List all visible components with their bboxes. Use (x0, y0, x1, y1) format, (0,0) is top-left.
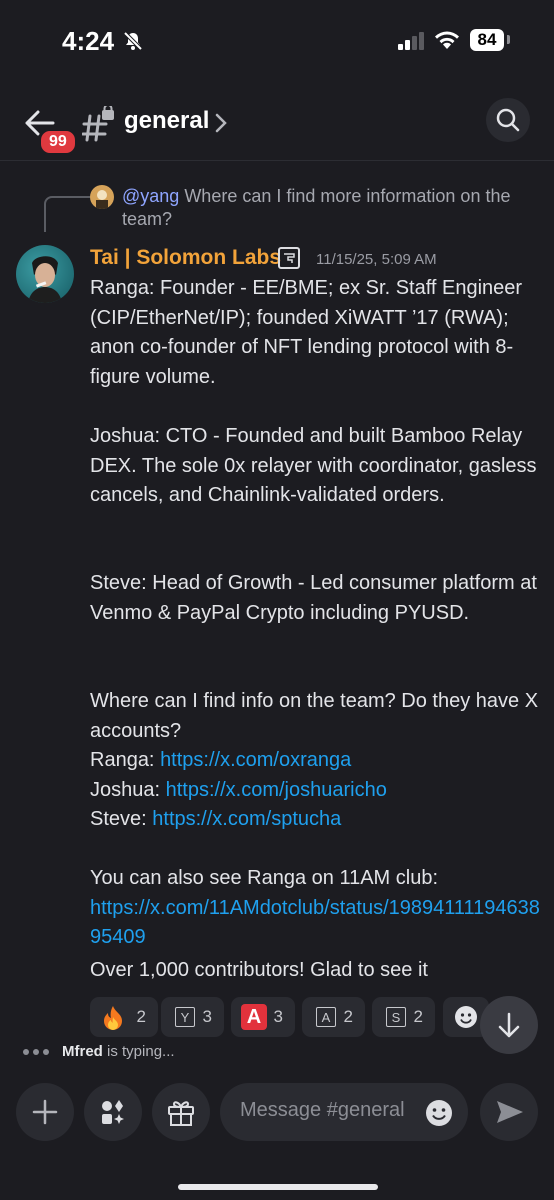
message-paragraph: Steve: Head of Growth - Led consumer pla… (90, 572, 537, 624)
followup-message: Over 1,000 contributors! Glad to see it (90, 959, 428, 981)
channel-header: 99 general (0, 90, 554, 161)
reply-snippet: Where can I find more information on the… (122, 186, 511, 229)
attach-button[interactable] (16, 1083, 74, 1141)
link-11am-club[interactable]: https://x.com/11AMdotclub/status/1989411… (90, 897, 540, 949)
wifi-icon (435, 31, 459, 49)
message-paragraph: Where can I find info on the team? Do th… (90, 690, 539, 742)
y-letter-emoji-icon: Y (175, 1007, 195, 1027)
search-button[interactable] (486, 98, 530, 142)
reaction-count: 2 (136, 1007, 146, 1026)
message-input[interactable]: Message #general (220, 1083, 468, 1141)
arrow-down-icon (498, 1012, 520, 1038)
red-a-emoji-icon: A (241, 1004, 267, 1030)
link-line: Steve: https://x.com/sptucha (90, 808, 342, 830)
status-time: 4:24 (62, 26, 115, 56)
link-joshua[interactable]: https://x.com/joshuaricho (166, 779, 387, 801)
reply-connector (44, 196, 90, 232)
avatar[interactable] (16, 245, 74, 303)
fire-emoji-icon (104, 1006, 122, 1030)
link-steve[interactable]: https://x.com/sptucha (152, 808, 341, 830)
reaction-s[interactable]: S 2 (372, 997, 435, 1037)
locked-channel-icon (82, 106, 114, 142)
reply-avatar[interactable] (90, 185, 114, 209)
reaction-red-a[interactable]: A 3 (231, 997, 295, 1037)
typing-indicator: Mfred is typing... (62, 1043, 175, 1060)
reaction-y[interactable]: Y 3 (161, 997, 224, 1037)
send-button[interactable] (480, 1083, 538, 1141)
message-composer: Message #general (0, 1070, 554, 1200)
add-reaction-icon (455, 1006, 477, 1028)
gift-button[interactable] (152, 1083, 210, 1141)
bell-muted-icon (123, 31, 143, 51)
cellular-signal-icon (398, 32, 424, 50)
channel-title[interactable]: general (124, 107, 209, 135)
apps-icon (102, 1100, 124, 1124)
reply-mention[interactable]: @yang (122, 186, 179, 206)
typing-user: Mfred (62, 1043, 103, 1060)
chevron-right-icon[interactable] (214, 112, 228, 134)
home-indicator (178, 1184, 378, 1190)
link-line: Ranga: https://x.com/oxranga (90, 749, 352, 771)
apps-button[interactable] (84, 1083, 142, 1141)
message-paragraph: You can also see Ranga on 11AM club: htt… (90, 867, 540, 949)
typing-dots-icon (23, 1049, 49, 1055)
send-icon (497, 1101, 523, 1123)
emoji-icon[interactable] (424, 1098, 454, 1128)
reply-preview[interactable]: @yang Where can I find more information … (122, 185, 536, 231)
battery-cap (507, 35, 510, 44)
battery-level: 84 (470, 29, 504, 51)
plus-icon (32, 1099, 58, 1125)
reaction-count: 3 (273, 1007, 283, 1026)
message-input-placeholder: Message #general (240, 1099, 405, 1121)
link-ranga[interactable]: https://x.com/oxranga (160, 749, 351, 771)
reaction-count: 2 (343, 1007, 353, 1026)
s-letter-emoji-icon: S (386, 1007, 406, 1027)
reaction-a[interactable]: A 2 (302, 997, 365, 1037)
link-line: Joshua: https://x.com/joshuaricho (90, 779, 387, 801)
app-tag-icon (278, 247, 300, 269)
search-icon (496, 108, 520, 132)
message-timestamp: 11/15/25, 5:09 AM (316, 251, 437, 268)
jump-to-bottom-button[interactable] (480, 996, 538, 1054)
status-bar: 4:24 84 (0, 0, 554, 80)
reaction-count: 2 (413, 1007, 423, 1026)
gift-icon (168, 1101, 194, 1126)
unread-badge: 99 (38, 128, 78, 156)
reaction-count: 3 (202, 1007, 212, 1026)
message-author[interactable]: Tai | Solomon Labs (90, 246, 281, 270)
message-paragraph: Joshua: CTO - Founded and built Bamboo R… (90, 425, 537, 507)
a-letter-emoji-icon: A (316, 1007, 336, 1027)
message-paragraph: Ranga: Founder - EE/BME; ex Sr. Staff En… (90, 277, 523, 388)
reaction-fire[interactable]: 2 (90, 997, 158, 1037)
